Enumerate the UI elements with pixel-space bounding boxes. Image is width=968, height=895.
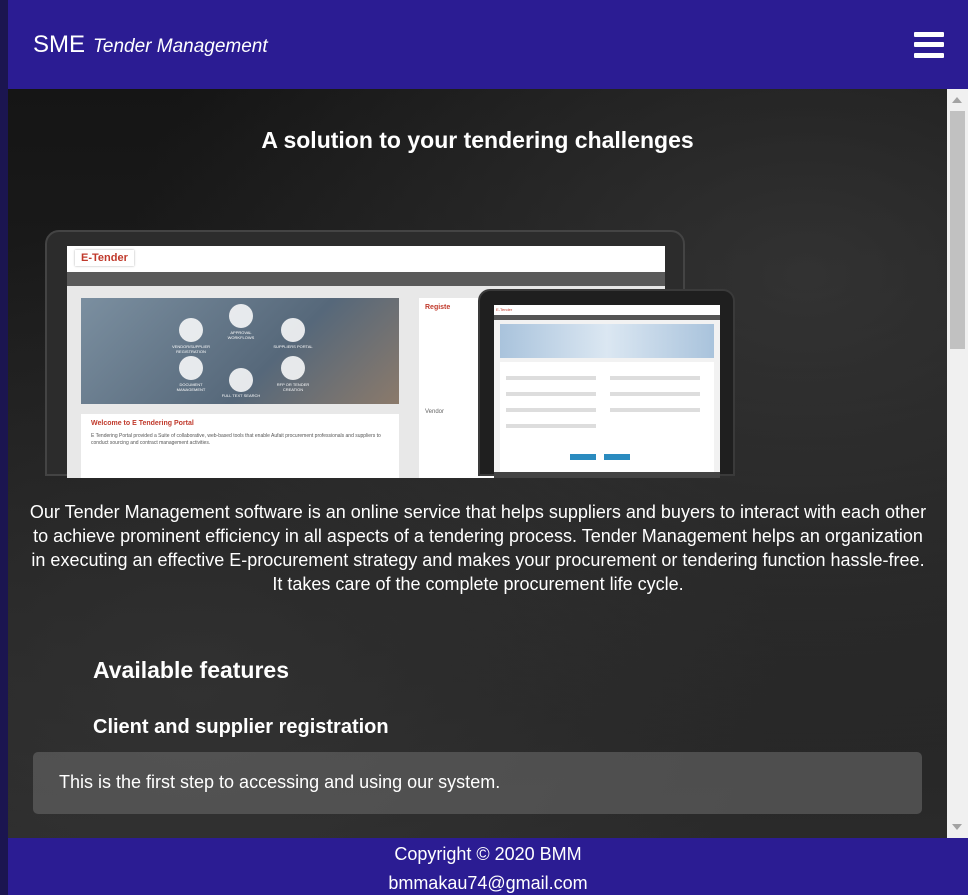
tablet-mockup-image: E-Tender bbox=[478, 289, 735, 478]
cart-icon bbox=[281, 356, 305, 380]
brand[interactable]: SME Tender Management bbox=[33, 31, 268, 59]
intro-paragraph: Our Tender Management software is an onl… bbox=[29, 502, 927, 594]
scroll-thumb[interactable] bbox=[950, 111, 965, 349]
tablet-screen: E-Tender bbox=[494, 305, 720, 478]
form-line bbox=[506, 376, 596, 380]
portal-icon bbox=[281, 318, 305, 342]
footer: Copyright © 2020 BMM bmmakau74@gmail.com bbox=[8, 838, 968, 895]
circle-label: RFP OR TENDER CREATION bbox=[276, 382, 310, 392]
footer-email-link[interactable]: bmmakau74@gmail.com bbox=[8, 873, 968, 894]
main-content: A solution to your tendering challenges … bbox=[8, 89, 947, 838]
scroll-down-arrow-icon[interactable] bbox=[952, 824, 962, 830]
vertical-scrollbar[interactable] bbox=[947, 89, 968, 838]
laptop-screen-nav bbox=[67, 272, 665, 286]
laptop-screen-welcome: Welcome to E Tendering Portal E Tenderin… bbox=[81, 414, 399, 478]
laptop-screen-logo: E-Tender bbox=[75, 250, 134, 266]
search-icon bbox=[229, 368, 253, 392]
laptop-screen-header: E-Tender bbox=[67, 246, 665, 272]
tablet-form bbox=[500, 362, 714, 472]
hamburger-bar bbox=[914, 31, 944, 37]
laptop-welcome-text: E Tendering Portal provided a Suite of c… bbox=[91, 433, 381, 446]
features-title: Available features bbox=[93, 657, 290, 683]
tablet-button bbox=[570, 454, 596, 460]
form-line bbox=[506, 424, 596, 428]
workflow-icon bbox=[229, 304, 253, 328]
circle-label: APPROVAL WORKFLOWS bbox=[227, 330, 255, 340]
feature-name: Client and supplier registration bbox=[93, 716, 389, 738]
circle-label: SUPPLIERS PORTAL bbox=[273, 344, 313, 349]
form-line bbox=[610, 408, 700, 412]
tablet-nav bbox=[494, 315, 720, 320]
hamburger-bar bbox=[914, 52, 944, 58]
circle-label: FULL TEXT SEARCH bbox=[221, 393, 261, 398]
tablet-button bbox=[604, 454, 630, 460]
form-line bbox=[506, 408, 596, 412]
feature-description: This is the first step to accessing and … bbox=[59, 772, 501, 792]
form-line bbox=[610, 392, 700, 396]
laptop-screen-banner: VENDOR/SUPPLIER REGISTRATION APPROVAL WO… bbox=[81, 298, 399, 404]
brand-main: SME bbox=[33, 30, 86, 58]
hamburger-bar bbox=[914, 42, 944, 47]
brand-subtitle: Tender Management bbox=[93, 35, 268, 57]
folder-icon bbox=[179, 356, 203, 380]
form-line bbox=[610, 376, 700, 380]
hamburger-menu-icon[interactable] bbox=[914, 31, 944, 58]
tablet-handshake-image bbox=[500, 324, 714, 358]
navbar: SME Tender Management bbox=[8, 0, 968, 89]
circle-label: DOCUMENT MANAGEMENT bbox=[176, 382, 206, 392]
laptop-welcome-title: Welcome to E Tendering Portal bbox=[91, 420, 194, 427]
tablet-header: E-Tender bbox=[494, 305, 720, 315]
tablet-footer bbox=[494, 472, 720, 478]
hero-title: A solution to your tendering challenges bbox=[261, 127, 694, 153]
circle-label: VENDOR/SUPPLIER REGISTRATION bbox=[171, 344, 210, 354]
scroll-up-arrow-icon[interactable] bbox=[952, 97, 962, 103]
feature-card: This is the first step to accessing and … bbox=[33, 752, 922, 814]
document-icon bbox=[179, 318, 203, 342]
form-line bbox=[506, 392, 596, 396]
footer-copyright: Copyright © 2020 BMM bbox=[394, 844, 582, 864]
left-window-edge bbox=[0, 0, 8, 895]
